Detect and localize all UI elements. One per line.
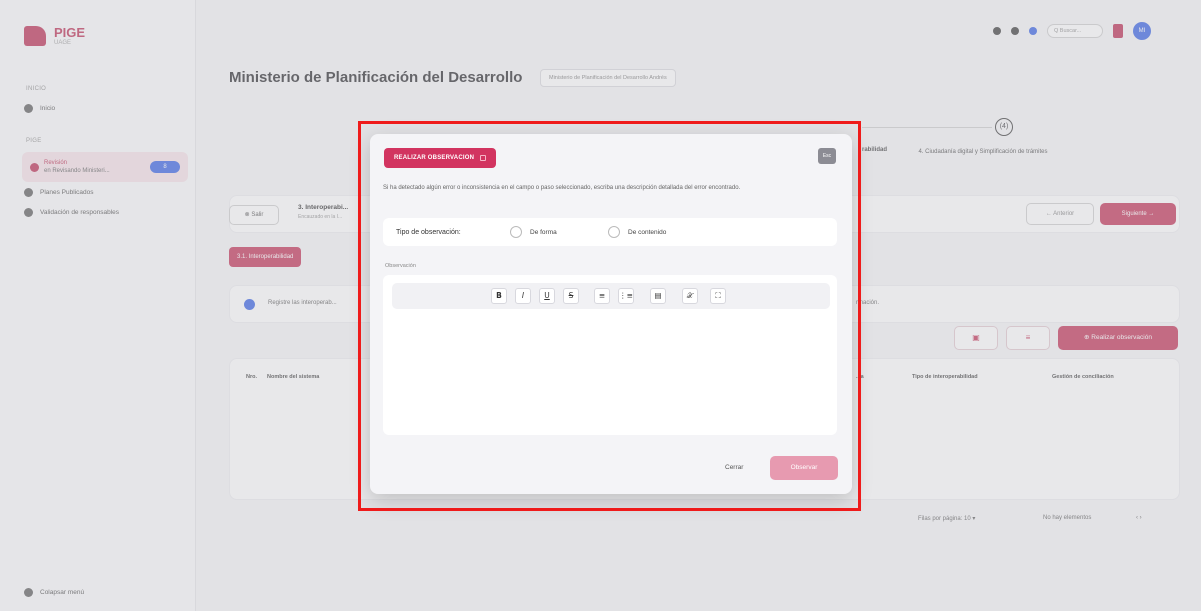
- highlight-frame: [358, 121, 861, 511]
